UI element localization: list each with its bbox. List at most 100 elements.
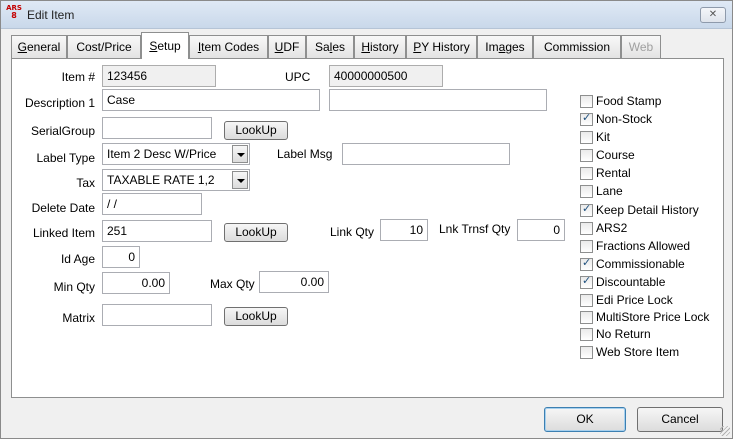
checkbox-unchecked-icon[interactable] xyxy=(580,149,593,162)
tax-label: Tax xyxy=(76,176,95,190)
tab-label: Item Codes xyxy=(197,40,260,54)
tab-label: Cost/Price xyxy=(76,40,132,54)
tab-label: Commission xyxy=(543,40,610,54)
serialgroup-label: SerialGroup xyxy=(30,124,95,138)
setup-panel: Item # 123456 UPC 40000000500 Descriptio… xyxy=(11,58,724,398)
checkbox-label: Discountable xyxy=(596,275,666,289)
resize-grip-icon[interactable] xyxy=(720,426,730,436)
id-age-label: Id Age xyxy=(60,252,95,266)
tab-sales[interactable]: Sales xyxy=(306,35,354,58)
checkbox-unchecked-icon[interactable] xyxy=(580,222,593,235)
cancel-button[interactable]: Cancel xyxy=(637,407,723,432)
tab-commission[interactable]: Commission xyxy=(533,35,621,58)
description-1-label: Description 1 xyxy=(24,96,95,110)
serialgroup-field[interactable] xyxy=(102,117,212,139)
edit-item-window: ARS 8 Edit Item ✕ General Cost/Price Set… xyxy=(0,0,733,439)
checkbox-label: Keep Detail History xyxy=(596,203,699,217)
checkbox-label: Commissionable xyxy=(596,257,685,271)
checkbox-unchecked-icon[interactable] xyxy=(580,328,593,341)
checkbox-label: Kit xyxy=(596,130,611,144)
checkbox-unchecked-icon[interactable] xyxy=(580,346,593,359)
max-qty-label: Max Qty xyxy=(210,277,255,291)
tab-setup[interactable]: Setup xyxy=(141,32,189,59)
description-1-field[interactable]: Case xyxy=(102,89,320,111)
id-age-field[interactable]: 0 xyxy=(102,246,140,268)
tab-label: PY History xyxy=(413,40,470,54)
delete-date-label: Delete Date xyxy=(31,201,95,215)
min-qty-field[interactable]: 0.00 xyxy=(102,272,170,294)
linked-item-label: Linked Item xyxy=(32,226,95,240)
checkbox-label: Food Stamp xyxy=(596,94,662,108)
item-number-field[interactable]: 123456 xyxy=(102,65,216,87)
checkbox-unchecked-icon[interactable] xyxy=(580,95,593,108)
item-number-label: Item # xyxy=(61,70,95,84)
chevron-down-icon[interactable] xyxy=(232,171,248,189)
checkbox-checked-icon[interactable] xyxy=(580,274,593,289)
checkbox-unchecked-icon[interactable] xyxy=(580,294,593,307)
close-icon[interactable]: ✕ xyxy=(700,7,726,23)
tab-label: Sales xyxy=(314,40,346,54)
matrix-label: Matrix xyxy=(62,311,95,325)
link-qty-field[interactable]: 10 xyxy=(380,219,428,241)
checkbox-label: Fractions Allowed xyxy=(596,239,691,253)
checkbox-label: Course xyxy=(596,148,635,162)
checkbox-label: ARS2 xyxy=(596,221,628,235)
upc-label: UPC xyxy=(285,70,311,84)
window-title: Edit Item xyxy=(27,8,75,22)
app-logo: ARS 8 xyxy=(6,5,22,23)
tab-cost-price[interactable]: Cost/Price xyxy=(67,35,141,58)
tab-py-history[interactable]: PY History xyxy=(406,35,477,58)
checkbox-checked-icon[interactable] xyxy=(580,111,593,126)
tab-web: Web xyxy=(621,35,661,58)
checkbox-label: Edi Price Lock xyxy=(596,293,673,307)
checkbox-unchecked-icon[interactable] xyxy=(580,131,593,144)
link-qty-label: Link Qty xyxy=(330,225,375,239)
linked-item-field[interactable]: 251 xyxy=(102,220,212,242)
label-type-value: Item 2 Desc W/Price xyxy=(107,147,217,161)
lnk-trnsf-qty-label: Lnk Trnsf Qty xyxy=(439,222,511,236)
checkbox-label: Web Store Item xyxy=(596,345,680,359)
checkbox-label: MultiStore Price Lock xyxy=(596,310,710,324)
label-type-select[interactable]: Item 2 Desc W/Price xyxy=(102,143,250,165)
tax-value: TAXABLE RATE 1,2 xyxy=(107,173,215,187)
tab-images[interactable]: Images xyxy=(477,35,533,58)
checkbox-label: Lane xyxy=(596,184,623,198)
tab-label: General xyxy=(17,40,61,54)
checkbox-label: Rental xyxy=(596,166,631,180)
matrix-field[interactable] xyxy=(102,304,212,326)
tax-select[interactable]: TAXABLE RATE 1,2 xyxy=(102,169,250,191)
tab-item-codes[interactable]: Item Codes xyxy=(189,35,268,58)
delete-date-field[interactable]: / / xyxy=(102,193,202,215)
title-bar: ARS 8 Edit Item ✕ xyxy=(1,1,732,29)
checkbox-label: Non-Stock xyxy=(596,112,653,126)
chevron-down-icon[interactable] xyxy=(232,145,248,163)
checkbox-label: No Return xyxy=(596,327,651,341)
label-msg-label: Label Msg xyxy=(277,147,333,161)
serialgroup-lookup-button[interactable]: LookUp xyxy=(224,121,288,140)
checkbox-unchecked-icon[interactable] xyxy=(580,240,593,253)
ok-button[interactable]: OK xyxy=(544,407,626,432)
checkbox-checked-icon[interactable] xyxy=(580,202,593,217)
min-qty-label: Min Qty xyxy=(53,280,95,294)
tab-general[interactable]: General xyxy=(11,35,67,58)
lnk-trnsf-qty-field[interactable]: 0 xyxy=(517,219,565,241)
tab-history[interactable]: History xyxy=(354,35,406,58)
tab-label: History xyxy=(361,40,399,54)
checkbox-unchecked-icon[interactable] xyxy=(580,185,593,198)
max-qty-field[interactable]: 0.00 xyxy=(259,271,329,293)
checkbox-checked-icon[interactable] xyxy=(580,256,593,271)
linked-item-lookup-button[interactable]: LookUp xyxy=(224,223,288,242)
matrix-lookup-button[interactable]: LookUp xyxy=(224,307,288,326)
tab-label: UDF xyxy=(274,40,300,54)
upc-field[interactable]: 40000000500 xyxy=(329,65,443,87)
tab-label: Web xyxy=(628,40,654,54)
checkbox-unchecked-icon[interactable] xyxy=(580,311,593,324)
tab-label: Images xyxy=(485,40,525,54)
description-2-field[interactable] xyxy=(329,89,547,111)
label-msg-field[interactable] xyxy=(342,143,510,165)
tab-label: Setup xyxy=(149,39,181,53)
checkbox-unchecked-icon[interactable] xyxy=(580,167,593,180)
tab-udf[interactable]: UDF xyxy=(268,35,306,58)
app-logo-sub: 8 xyxy=(11,11,17,20)
label-type-label: Label Type xyxy=(36,151,96,165)
